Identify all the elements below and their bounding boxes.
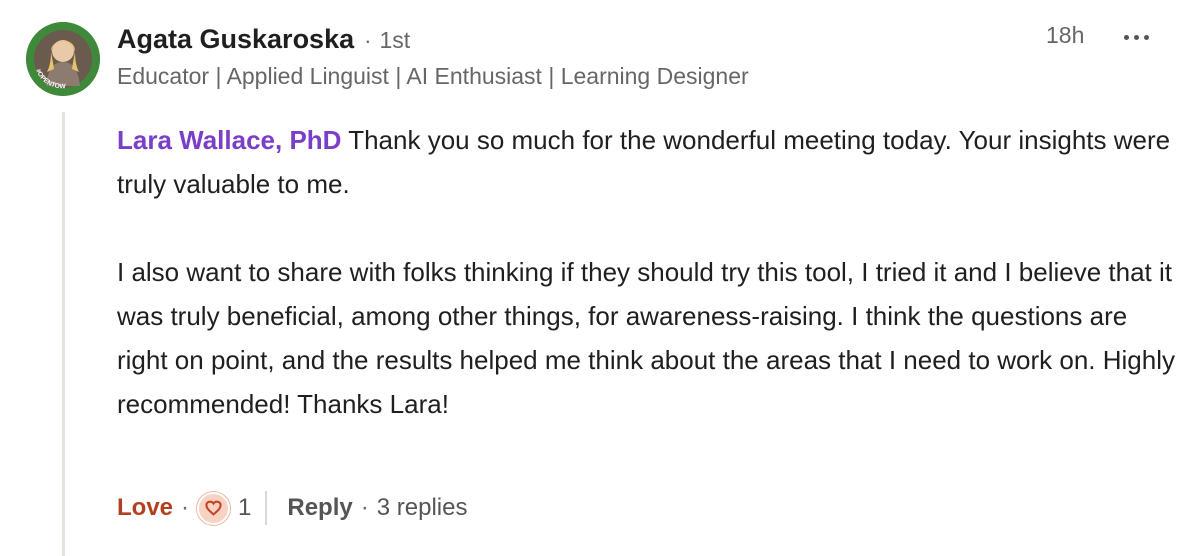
avatar-photo: #OPENTOWORK: [26, 22, 100, 96]
more-horizontal-icon-dot: [1133, 34, 1139, 40]
comment-body: Lara Wallace, PhD Thank you so much for …: [117, 118, 1177, 426]
heart-icon: [205, 500, 222, 516]
thread-line: [62, 112, 65, 556]
reply-button[interactable]: Reply: [287, 494, 352, 522]
heart-reaction-icon[interactable]: [197, 491, 231, 525]
comment-actions: Love · 1 Reply · 3 replies: [117, 488, 467, 528]
more-horizontal-icon: [1123, 34, 1129, 40]
comment-header: Agata Guskaroska · 1st Educator | Applie…: [117, 24, 1160, 90]
comment-paragraph: I also want to share with folks thinking…: [117, 257, 1175, 419]
avatar[interactable]: #OPENTOWORK: [26, 22, 100, 96]
comment-paragraph: Lara Wallace, PhD Thank you so much for …: [117, 118, 1177, 206]
action-separator: ·: [181, 494, 190, 521]
degree-separator: ·: [364, 28, 372, 53]
mention-link[interactable]: Lara Wallace, PhD: [117, 125, 341, 155]
author-name[interactable]: Agata Guskaroska: [117, 24, 354, 55]
love-reaction-button[interactable]: Love: [117, 494, 173, 522]
comment-card: #OPENTOWORK Agata Guskaroska · 1st Educa…: [0, 0, 1200, 556]
reaction-count[interactable]: 1: [238, 494, 251, 522]
actions-divider: [265, 491, 268, 525]
replies-link[interactable]: 3 replies: [377, 494, 468, 522]
more-horizontal-icon-dot: [1143, 34, 1149, 40]
author-headline: Educator | Applied Linguist | AI Enthusi…: [117, 63, 749, 89]
more-options-button[interactable]: [1116, 22, 1156, 52]
connection-degree: 1st: [379, 27, 411, 53]
action-separator: ·: [360, 494, 369, 521]
comment-timestamp: 18h: [1046, 22, 1085, 48]
author-row: Agata Guskaroska · 1st: [117, 24, 1160, 58]
